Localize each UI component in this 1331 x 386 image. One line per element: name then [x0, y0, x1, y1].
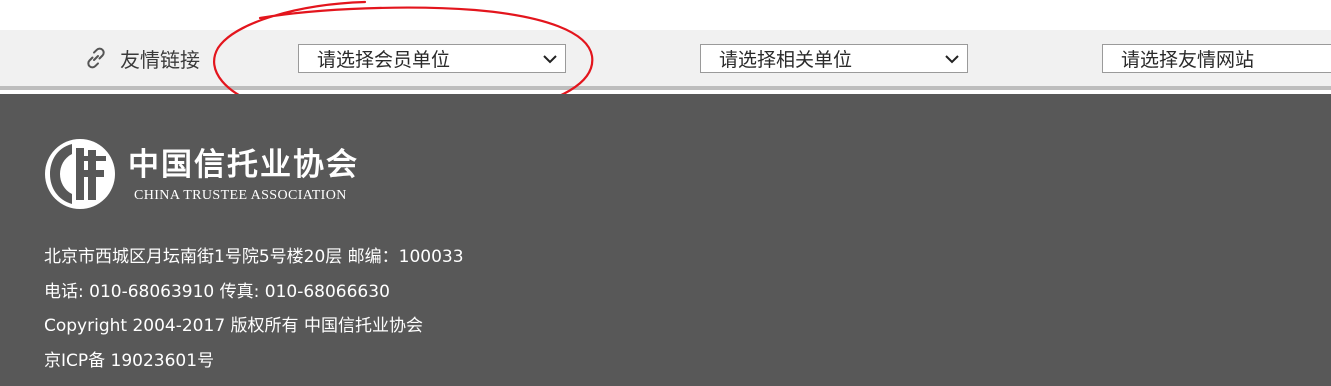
- member-unit-select[interactable]: 请选择会员单位: [298, 44, 566, 73]
- footer-phone-fax: 电话: 010-68063910 传真: 010-68066630: [44, 281, 390, 302]
- chevron-down-icon: [535, 54, 565, 64]
- logo-chinese-name: 中国信托业协会: [128, 146, 359, 183]
- association-emblem-icon: [45, 139, 115, 209]
- friendly-site-select-value: 请选择友情网站: [1121, 49, 1255, 71]
- footer-address: 北京市西城区月坛南街1号院5号楼20层 邮编：100033: [44, 247, 464, 267]
- friend-links-text: 友情链接: [120, 47, 200, 72]
- chevron-down-icon: [937, 54, 967, 64]
- related-unit-select-value: 请选择相关单位: [719, 49, 853, 71]
- related-unit-select[interactable]: 请选择相关单位: [700, 44, 968, 73]
- logo-names: 中国信托业协会 CHINA TRUSTEE ASSOCIATION: [128, 139, 359, 204]
- link-icon: [82, 44, 110, 72]
- footer-icp[interactable]: 京ICP备 19023601号: [44, 344, 464, 379]
- friend-links-label: 友情链接: [82, 43, 200, 73]
- footer-info: 北京市西城区月坛南街1号院5号楼20层 邮编：100033 电话: 010-68…: [44, 240, 464, 378]
- friendly-site-select[interactable]: 请选择友情网站: [1102, 44, 1331, 73]
- member-unit-select-value: 请选择会员单位: [317, 49, 451, 71]
- association-logo[interactable]: 中国信托业协会 CHINA TRUSTEE ASSOCIATION: [42, 136, 359, 212]
- site-footer: 中国信托业协会 CHINA TRUSTEE ASSOCIATION 北京市西城区…: [0, 94, 1331, 386]
- footer-copyright: Copyright 2004-2017 版权所有 中国信托业协会: [44, 316, 423, 336]
- logo-english-name: CHINA TRUSTEE ASSOCIATION: [134, 187, 347, 203]
- top-strip: [0, 0, 1331, 30]
- friend-links-bar: 友情链接 请选择会员单位 请选择相关单位 请选择友情网站: [0, 30, 1331, 90]
